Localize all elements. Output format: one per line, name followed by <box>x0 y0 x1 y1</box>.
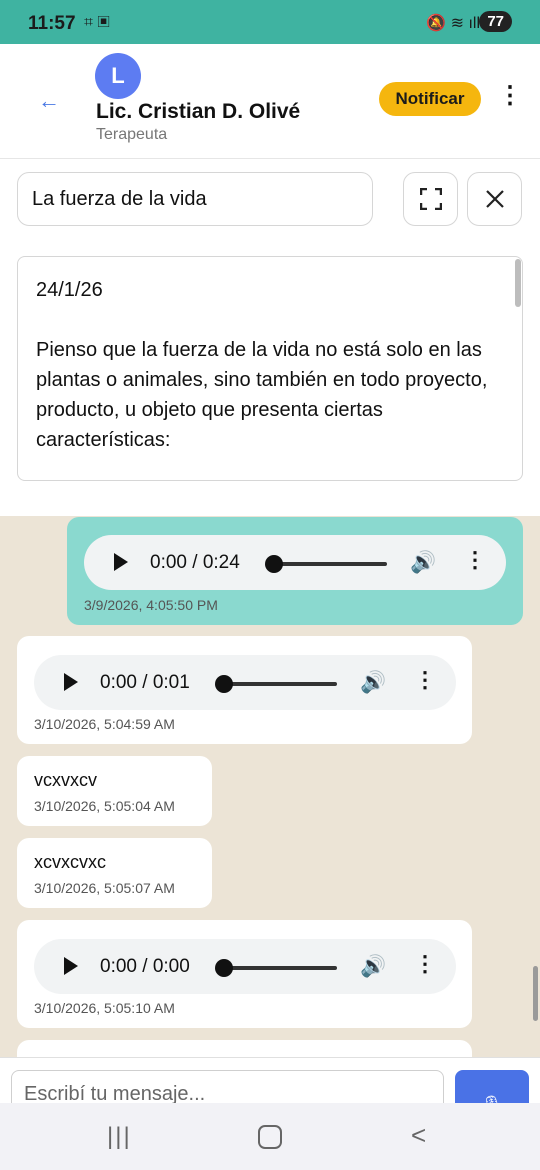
status-time: 11:57 <box>28 13 76 34</box>
contact-role: Terapeuta <box>96 126 168 143</box>
status-notification-icons: ⌗ ▣ <box>84 14 110 31</box>
message-bubble-incoming: 0:00 / 0:00 🔊 ⋮ 3/10/2026, 5:05:10 AM <box>17 920 472 1028</box>
message-composer: Escribí tu mensaje... 🎙 <box>0 1057 540 1104</box>
message-bubble-outgoing: 0:00 / 0:24 🔊 ⋮ 3/9/2026, 4:05:50 PM <box>67 517 523 625</box>
fullscreen-icon[interactable] <box>403 172 458 226</box>
message-bubble-incoming: 0:00 / 0:01 🔊 ⋮ 3/10/2026, 5:04:59 AM <box>17 636 472 744</box>
back-icon[interactable]: < <box>411 1120 426 1151</box>
volume-icon[interactable]: 🔊 <box>360 671 386 695</box>
fullscreen-icon-glyph <box>419 188 442 210</box>
audio-progress-knob[interactable] <box>215 959 233 977</box>
play-icon[interactable] <box>64 673 78 691</box>
more-vertical-icon[interactable]: ⋮ <box>498 84 522 108</box>
message-bubble-incoming: xcvxcvxc 3/10/2026, 5:05:07 AM <box>17 838 212 908</box>
message-timestamp: 3/9/2026, 4:05:50 PM <box>84 597 218 613</box>
chat-messages[interactable]: 0:00 / 0:24 🔊 ⋮ 3/9/2026, 4:05:50 PM 0:0… <box>0 516 540 1057</box>
play-icon[interactable] <box>64 957 78 975</box>
chat-scrollbar[interactable] <box>533 966 538 1021</box>
status-signal-icons: 🔕 ≋ ıll <box>426 15 480 32</box>
message-bubble-incoming: vcxvxcv 3/10/2026, 5:05:04 AM <box>17 756 212 826</box>
chat-header: ← L Lic. Cristian D. Olivé Terapeuta Not… <box>0 44 540 159</box>
note-title-field[interactable]: La fuerza de la vida <box>17 172 373 226</box>
message-timestamp: 3/10/2026, 5:05:07 AM <box>34 880 175 896</box>
audio-progress-knob[interactable] <box>215 675 233 693</box>
message-text: vcxvxcv <box>34 770 97 790</box>
audio-player[interactable]: 0:00 / 0:01 🔊 ⋮ <box>34 655 456 710</box>
more-vertical-icon[interactable]: ⋮ <box>414 669 436 691</box>
audio-player[interactable]: 0:00 / 0:24 🔊 ⋮ <box>84 535 506 590</box>
message-timestamp: 3/10/2026, 5:04:59 AM <box>34 716 175 732</box>
note-editor[interactable]: 24/1/26 Pienso que la fuerza de la vida … <box>17 256 523 481</box>
more-vertical-icon[interactable]: ⋮ <box>414 953 436 975</box>
audio-progress-knob[interactable] <box>265 555 283 573</box>
recents-icon[interactable]: ||| <box>107 1123 132 1151</box>
note-date: 24/1/26 <box>36 279 103 301</box>
volume-icon[interactable]: 🔊 <box>360 955 386 979</box>
battery-indicator: 77 <box>479 11 512 32</box>
avatar: L <box>95 53 141 99</box>
play-icon[interactable] <box>114 553 128 571</box>
message-timestamp: 3/10/2026, 5:05:04 AM <box>34 798 175 814</box>
message-timestamp: 3/10/2026, 5:05:10 AM <box>34 1000 175 1016</box>
close-icon[interactable] <box>467 172 522 226</box>
message-text: xcvxcvxc <box>34 852 106 872</box>
audio-player[interactable]: 0:00 / 0:00 🔊 ⋮ <box>34 939 456 994</box>
audio-progress-track[interactable] <box>274 562 387 566</box>
volume-icon[interactable]: 🔊 <box>410 551 436 575</box>
status-bar: 11:57 ⌗ ▣ 🔕 ≋ ıll 77 <box>0 0 540 44</box>
system-navigation-bar: ||| < <box>0 1103 540 1170</box>
message-bubble-incoming <box>17 1040 472 1057</box>
audio-progress-track[interactable] <box>224 682 337 686</box>
message-input[interactable]: Escribí tu mensaje... <box>11 1070 444 1104</box>
note-body: Pienso que la fuerza de la vida no está … <box>36 339 488 451</box>
more-vertical-icon[interactable]: ⋮ <box>464 549 486 571</box>
audio-time: 0:00 / 0:01 <box>100 672 190 693</box>
home-icon[interactable] <box>258 1125 282 1149</box>
audio-time: 0:00 / 0:24 <box>150 552 240 573</box>
audio-progress-track[interactable] <box>224 966 337 970</box>
audio-time: 0:00 / 0:00 <box>100 956 190 977</box>
notify-button[interactable]: Notificar <box>379 82 481 116</box>
mic-icon[interactable]: 🎙 <box>455 1070 529 1104</box>
contact-name: Lic. Cristian D. Olivé <box>96 100 301 123</box>
note-scrollbar[interactable] <box>515 259 521 307</box>
close-icon-glyph <box>485 190 504 208</box>
back-arrow-icon[interactable]: ← <box>38 88 60 114</box>
